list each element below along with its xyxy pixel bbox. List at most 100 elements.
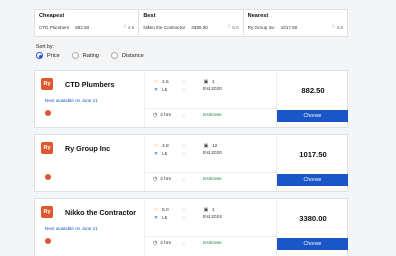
summary-provider-name: CTD Plumbers [39,24,70,30]
star-icon: ☆ [153,79,159,85]
rating-stat: ☆ 4.5 [153,79,169,85]
separator-dot: ○ [182,79,186,85]
divider [145,108,276,109]
quote-price: 1017.50 [299,150,327,159]
established-value: Est 2020 [203,87,222,92]
provider-card: Ry Ry Group Inc ☆ 4.8 ✕ L5 ○ ○ ▣ 12 Est … [34,134,348,192]
summary-provider-name: Nikko the Contractor [143,24,186,30]
duration-value: 2 hrs [160,241,171,246]
clock-icon: ◷ [153,241,158,246]
sort-control: Sort by: Price Rating Distance [36,44,144,59]
tools-icon: ✕ [153,87,159,93]
jobs-count: 12 [212,143,218,149]
separator-dot: ○ [182,215,186,221]
duration: ◷ 2 hrs [153,177,171,182]
level-value: L5 [162,151,168,157]
radio-selected-icon[interactable] [36,52,43,59]
summary-provider-name: Ry Group Inc [247,24,275,30]
status-dot-icon [45,110,51,116]
provider-card: Ry CTD Plumbers Next available on June 2… [34,70,348,128]
provider-logo: Ry [41,206,53,218]
star-icon: ☆ [153,143,159,149]
level-value: L5 [162,87,168,93]
sort-option-price[interactable]: Price [36,52,60,59]
next-available-link[interactable]: Next available on June 21 [45,226,98,231]
jobs-count: 1 [212,79,215,85]
sort-option-label: Rating [82,52,99,59]
summary-rating-value: 4.8 [336,24,343,30]
sort-option-label: Price [47,52,60,59]
duration: ◷ 2 hrs [153,113,171,118]
summary-rating: ☆ 4.8 [331,24,343,30]
established-stat: Est 2024 [203,215,222,220]
status-dot-icon [45,238,51,244]
established-value: Est 2024 [203,215,222,220]
summary-price: 1017.50 [280,24,298,30]
estimate-link[interactable]: Estimate [203,241,222,246]
rating-stat: ☆ 4.8 [153,143,169,149]
provider-card: Ry Nikko the Contractor Next available o… [34,198,348,256]
duration-value: 2 hrs [160,177,171,182]
star-outline-icon: ☆ [226,24,232,30]
clock-icon: ◷ [153,113,158,118]
sort-option-distance[interactable]: Distance [110,52,144,59]
summary-rating-value: 5.0 [232,24,239,30]
tools-icon: ✕ [153,215,159,221]
star-icon: ☆ [153,207,159,213]
vehicle-icon: ▣ [203,143,209,149]
estimate-link[interactable]: Estimate [203,177,222,182]
radio-icon[interactable] [110,52,118,59]
level-stat: ✕ L5 [153,151,167,157]
choose-button[interactable]: Choose [277,238,348,250]
summary-title: Best [143,13,156,19]
duration: ◷ 2 hrs [153,241,171,246]
level-value: L5 [162,215,168,221]
summary-title: Cheapest [39,13,65,19]
divider [145,236,276,237]
provider-logo: Ry [41,78,53,90]
summary-nearest[interactable]: Nearest Ry Group Inc 1017.50 ☆ 4.8 [244,10,347,36]
estimate-link[interactable]: Estimate [203,113,222,118]
radio-icon[interactable] [71,52,79,59]
clock-icon: ◷ [153,177,158,182]
provider-name[interactable]: Ry Group Inc [65,144,110,153]
summary-cheapest[interactable]: Cheapest CTD Plumbers 882.50 ☆ 4.5 [35,10,140,36]
duration-value: 2 hrs [160,113,171,118]
jobs-count: 1 [212,207,215,213]
jobs-stat: ▣ 1 [203,207,215,213]
vehicle-icon: ▣ [203,207,209,213]
separator-dot: ○ [182,87,186,93]
provider-name[interactable]: Nikko the Contractor [65,208,136,217]
choose-button[interactable]: Choose [277,110,348,122]
jobs-stat: ▣ 12 [203,143,218,149]
sort-option-rating[interactable]: Rating [71,52,99,59]
summary-price: 882.50 [75,24,90,30]
star-outline-icon: ☆ [331,24,336,30]
next-available-link[interactable]: Next available on June 21 [45,98,98,103]
separator-dot: ○ [182,241,186,247]
separator-dot: ○ [182,143,186,149]
summary-title: Nearest [247,13,269,19]
status-dot-icon [45,174,51,180]
summary-strip: Cheapest CTD Plumbers 882.50 ☆ 4.5 Best … [34,9,348,37]
summary-rating: ☆ 5.0 [227,24,239,30]
quote-price: 882.50 [301,86,325,95]
summary-best[interactable]: Best Nikko the Contractor 3380.00 ☆ 5.0 [139,10,244,36]
choose-button[interactable]: Choose [277,174,348,186]
established-stat: Est 2020 [203,151,222,156]
provider-logo: Ry [41,142,53,154]
provider-name[interactable]: CTD Plumbers [65,80,115,89]
sort-option-label: Distance [121,52,144,59]
quote-price: 3380.00 [299,214,327,223]
established-value: Est 2020 [203,151,222,156]
level-stat: ✕ L5 [153,87,167,93]
tools-icon: ✕ [153,151,159,157]
level-stat: ✕ L5 [153,215,167,221]
jobs-stat: ▣ 1 [203,79,215,85]
summary-price: 3380.00 [191,24,208,30]
established-stat: Est 2020 [203,87,222,92]
star-outline-icon: ☆ [122,24,127,30]
vehicle-icon: ▣ [203,79,209,85]
rating-value: 4.8 [162,143,169,149]
separator-dot: ○ [182,207,186,213]
